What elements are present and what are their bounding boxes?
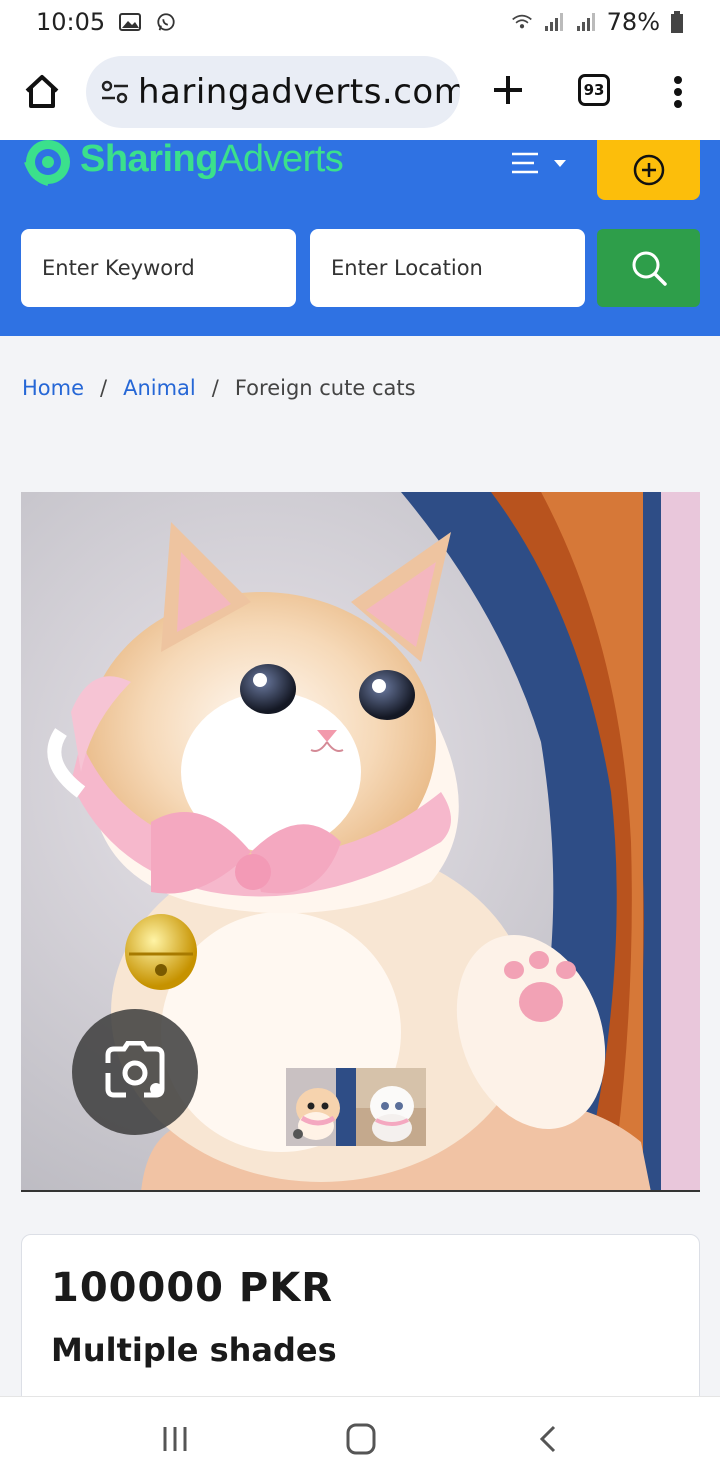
battery-level: 78% [606, 8, 660, 36]
breadcrumb-home[interactable]: Home [22, 376, 84, 400]
tab-switcher-button[interactable]: 93 [578, 74, 610, 106]
listing-price: 100000 PKR [51, 1265, 334, 1311]
google-lens-button[interactable] [72, 1009, 198, 1135]
battery-icon [671, 11, 683, 33]
signal-icon [544, 13, 563, 31]
site-header: SharingAdverts [0, 138, 720, 336]
logo-icon [24, 140, 70, 186]
hamburger-icon [512, 152, 566, 174]
categories-menu-button[interactable] [508, 148, 572, 178]
lens-icon [105, 1041, 165, 1098]
keyword-input[interactable] [21, 229, 296, 307]
browser-toolbar: haringadverts.com 93 [0, 44, 720, 140]
status-bar: 10:05 78% [0, 0, 720, 44]
location-input[interactable] [310, 229, 585, 307]
site-logo[interactable]: SharingAdverts [22, 138, 344, 192]
gallery-icon [119, 13, 142, 31]
post-ad-button[interactable] [597, 140, 700, 200]
menu-icon[interactable] [664, 72, 692, 112]
breadcrumb-current: Foreign cute cats [234, 376, 416, 400]
recent-apps-icon[interactable] [155, 1421, 195, 1457]
photo-thumbnails [286, 1068, 426, 1146]
thumbnail-2[interactable] [356, 1068, 426, 1146]
signal-icon [576, 13, 595, 31]
plus-circle-icon [633, 154, 664, 186]
status-time: 10:05 [36, 8, 106, 36]
breadcrumb-animal[interactable]: Animal [123, 376, 196, 400]
logo-text-sharing: Sharing [80, 138, 218, 180]
thumbnail-1[interactable] [286, 1068, 356, 1146]
home-icon[interactable] [22, 72, 62, 112]
system-navigation-bar [0, 1396, 720, 1480]
url-text: haringadverts.com [138, 72, 460, 112]
whatsapp-icon [157, 13, 175, 31]
listing-subtitle: Multiple shades [51, 1331, 337, 1369]
breadcrumb: Home / Animal / Foreign cute cats [22, 376, 416, 400]
address-bar[interactable]: haringadverts.com [86, 56, 460, 128]
new-tab-icon[interactable] [486, 68, 530, 112]
tab-count: 93 [583, 81, 605, 99]
search-icon [632, 251, 667, 286]
site-settings-icon[interactable] [100, 77, 130, 107]
home-nav-icon[interactable] [341, 1421, 381, 1457]
wifi-icon [511, 14, 532, 29]
logo-text-adverts: Adverts [217, 138, 344, 180]
search-button[interactable] [597, 229, 700, 307]
back-icon[interactable] [528, 1421, 568, 1457]
